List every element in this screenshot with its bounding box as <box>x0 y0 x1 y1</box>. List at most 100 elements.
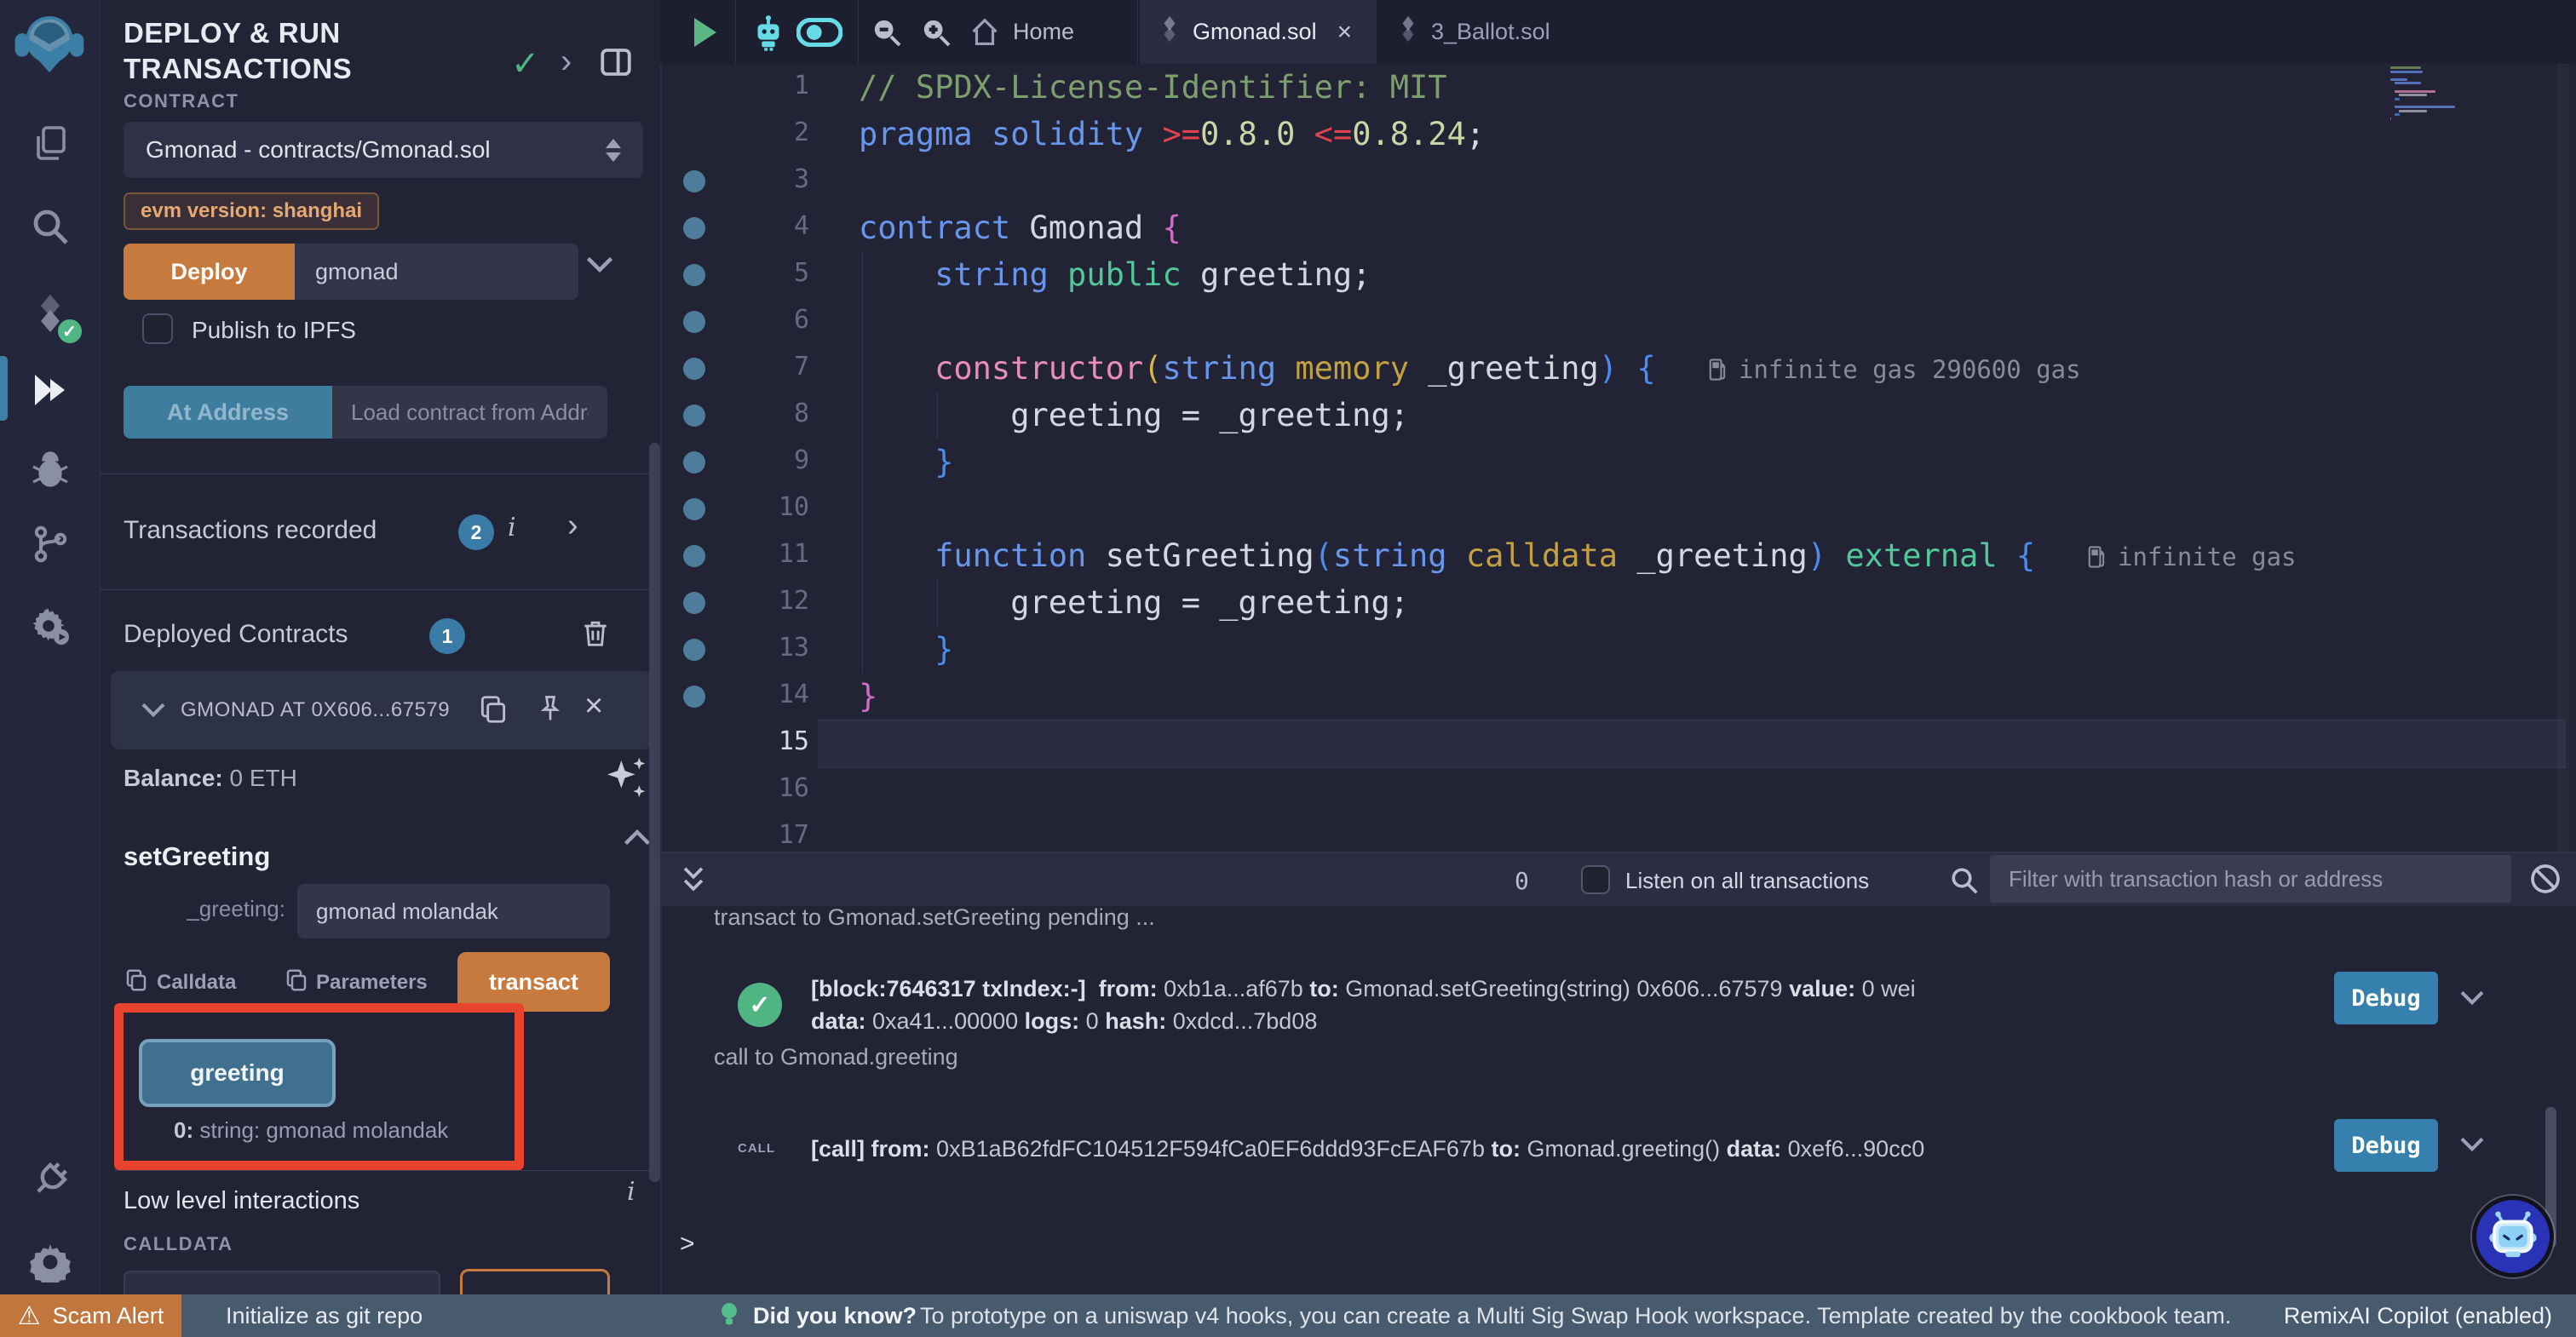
copilot-status[interactable]: RemixAI Copilot (enabled) <box>2284 1303 2552 1329</box>
balance-label: Balance: <box>124 765 223 791</box>
ai-sparkle-icon[interactable] <box>601 755 649 802</box>
function-collapse-chevron-up-icon[interactable] <box>622 828 653 846</box>
low-level-transact-button[interactable] <box>460 1269 610 1294</box>
parameters-copy-label[interactable]: Parameters <box>316 971 428 995</box>
remove-instance-close-icon[interactable]: × <box>584 688 603 725</box>
call-tag: CALL <box>738 1141 775 1156</box>
remixai-assistant-button[interactable] <box>2472 1196 2554 1277</box>
transaction-filter-input[interactable] <box>1990 855 2511 903</box>
at-address-button[interactable]: At Address <box>124 386 332 439</box>
contract-label: CONTRACT <box>124 90 239 112</box>
pinned-check-icon[interactable]: ✓ <box>511 44 540 83</box>
editor-minimap[interactable] <box>2390 66 2554 143</box>
result-value: string: gmonad molandak <box>193 1117 448 1143</box>
result-index: 0: <box>174 1117 193 1143</box>
publish-ipfs-label: Publish to IPFS <box>192 317 356 344</box>
call-summary-line[interactable]: [call] from: 0xB1aB62fdFC104512F594fCa0E… <box>811 1136 1924 1162</box>
deployed-count-badge: 1 <box>429 618 465 654</box>
debug-button[interactable]: Debug <box>2334 1119 2438 1172</box>
transact-button[interactable]: transact <box>457 952 610 1012</box>
tx-success-check-icon: ✓ <box>738 983 782 1027</box>
warning-icon: ⚠ <box>18 1301 41 1331</box>
scam-alert-label: Scam Alert <box>53 1303 164 1329</box>
expand-terminal-double-chevron-icon[interactable] <box>679 864 708 898</box>
panel-title: DEPLOY & RUN TRANSACTIONS <box>124 15 490 87</box>
unit-testing-icon[interactable] <box>26 602 74 650</box>
clear-instances-trash-icon[interactable] <box>579 615 612 651</box>
deploy-expand-chevron-icon[interactable] <box>584 255 615 274</box>
low-level-calldata-input[interactable] <box>124 1271 440 1294</box>
clear-console-block-icon[interactable] <box>2528 862 2562 896</box>
deployed-instance-header[interactable]: GMONAD AT 0X606...67579 × <box>111 671 652 749</box>
search-icon[interactable] <box>26 203 74 250</box>
remix-ide-window: ✓ DEPLOY & RUN TRANSACTIONS ✓ › CONTRACT <box>0 0 2576 1337</box>
terminal-prompt[interactable]: > <box>680 1230 695 1259</box>
parameters-copy-icon[interactable] <box>284 966 309 995</box>
expand-panel-chevron-icon[interactable]: › <box>561 44 572 78</box>
function-name-label: setGreeting <box>124 841 270 872</box>
call-result-line: call to Gmonad.greeting <box>714 1044 958 1070</box>
calldata-copy-label[interactable]: Calldata <box>157 971 236 995</box>
low-level-interactions-label: Low level interactions <box>124 1187 359 1215</box>
deploy-run-icon[interactable] <box>26 366 74 414</box>
divider <box>114 1170 651 1171</box>
divider <box>101 589 660 590</box>
active-plugin-indicator <box>0 356 8 421</box>
did-you-know-label: Did you know? <box>753 1303 917 1329</box>
contract-select-value: Gmonad - contracts/Gmonad.sol <box>146 136 606 164</box>
listen-all-label[interactable]: Listen on all transactions <box>1625 868 1869 894</box>
transactions-info-icon[interactable]: i <box>508 513 516 542</box>
at-address-input[interactable] <box>332 386 607 439</box>
code-area[interactable]: 1// SPDX-License-Identifier: MIT2pragma … <box>660 0 2576 852</box>
select-updown-icon <box>606 139 621 162</box>
file-explorer-icon[interactable] <box>26 119 74 167</box>
split-view-icon[interactable] <box>598 44 634 80</box>
deployed-contracts-label: Deployed Contracts <box>124 620 348 649</box>
pending-transaction-line: transact to Gmonad.setGreeting pending .… <box>714 904 1155 931</box>
lightbulb-icon <box>720 1301 739 1334</box>
scam-alert-button[interactable]: ⚠ Scam Alert <box>0 1294 181 1337</box>
tx-summary-line1[interactable]: [block:7646317 txIndex:-] from: 0xb1a...… <box>811 976 1916 1002</box>
status-bar: ⚠ Scam Alert Initialize as git repo Did … <box>0 1294 2576 1337</box>
evm-version-badge: evm version: shanghai <box>124 192 379 230</box>
divider <box>101 473 660 474</box>
greeting-call-result: 0: string: gmonad molandak <box>174 1117 448 1144</box>
deploy-button[interactable]: Deploy <box>124 244 295 300</box>
git-init-button[interactable]: Initialize as git repo <box>226 1303 423 1329</box>
remix-logo-icon[interactable] <box>12 7 87 82</box>
git-icon[interactable] <box>26 520 74 568</box>
instance-collapse-chevron-icon[interactable] <box>140 702 167 719</box>
listen-count: 0 <box>1515 867 1529 895</box>
publish-ipfs-checkbox[interactable] <box>142 313 173 344</box>
solidity-compiler-icon[interactable]: ✓ <box>26 290 74 337</box>
tip-text: To prototype on a uniswap v4 hooks, you … <box>920 1303 2231 1329</box>
panel-scrollbar[interactable] <box>649 443 660 1182</box>
copy-address-icon[interactable] <box>477 691 509 727</box>
tx-summary-line2: data: 0xa41...00000 logs: 0 hash: 0xdcd.… <box>811 1008 1317 1035</box>
deploy-run-panel: DEPLOY & RUN TRANSACTIONS ✓ › CONTRACT G… <box>101 0 660 1294</box>
transactions-recorded-label: Transactions recorded <box>124 516 377 545</box>
compile-success-badge: ✓ <box>55 317 84 346</box>
editor-scrollbar[interactable] <box>2557 64 2569 852</box>
low-level-calldata-label: CALLDATA <box>124 1233 233 1255</box>
contract-select[interactable]: Gmonad - contracts/Gmonad.sol <box>124 122 643 178</box>
settings-gear-icon[interactable] <box>26 1238 74 1286</box>
debug-button[interactable]: Debug <box>2334 972 2438 1024</box>
terminal-search-icon[interactable] <box>1949 865 1980 896</box>
constructor-arg-input[interactable] <box>295 244 578 300</box>
pin-instance-icon[interactable] <box>535 690 566 727</box>
listen-all-checkbox[interactable] <box>1581 865 1610 894</box>
greeting-param-input[interactable] <box>297 884 610 938</box>
debugger-icon[interactable] <box>26 446 74 494</box>
transactions-expand-chevron-icon[interactable]: › <box>567 509 578 542</box>
balance-row: Balance: 0 ETH <box>124 765 297 792</box>
instance-title: GMONAD AT 0X606...67579 <box>181 698 450 722</box>
param-name-label: _greeting: <box>124 896 285 922</box>
low-level-info-icon[interactable]: i <box>627 1177 635 1207</box>
icon-rail: ✓ <box>0 0 101 1294</box>
calldata-copy-icon[interactable] <box>124 966 149 995</box>
plugin-manager-icon[interactable] <box>26 1156 74 1203</box>
greeting-call-button[interactable]: greeting <box>139 1039 336 1107</box>
call-expand-chevron-icon[interactable] <box>2458 1136 2486 1153</box>
tx-expand-chevron-icon[interactable] <box>2458 990 2486 1007</box>
